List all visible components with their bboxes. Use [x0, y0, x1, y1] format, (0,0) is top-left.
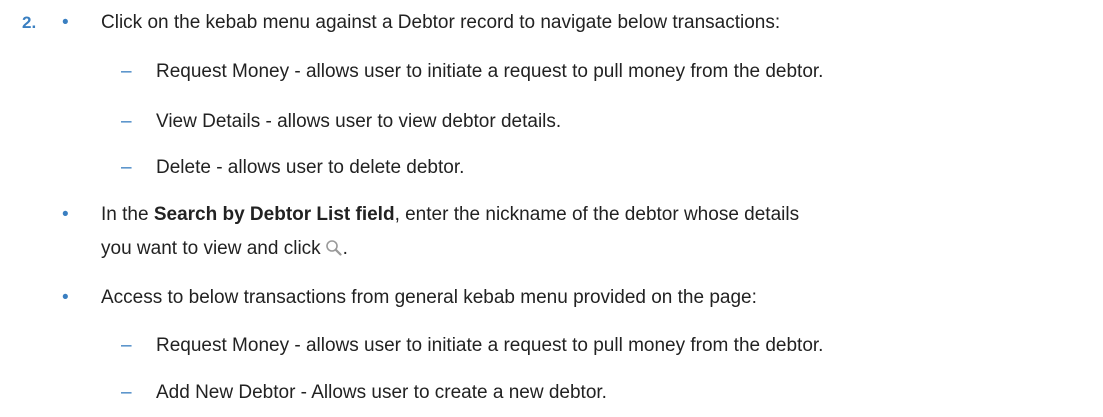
item-3-text: Access to below transactions from genera… — [101, 287, 757, 308]
item-2-prefix: In the — [101, 204, 154, 225]
item-3-subitem-1: Request Money - allows user to initiate … — [156, 335, 824, 356]
item-1-subitem-2: View Details - allows user to view debto… — [156, 111, 562, 132]
search-icon — [325, 240, 342, 256]
bullet-icon: • — [62, 12, 69, 33]
dash-icon: – — [121, 157, 132, 178]
item-1-subitem-1: Request Money - allows user to initiate … — [156, 61, 824, 82]
dash-icon: – — [121, 111, 132, 132]
item-1-subitem-3: Delete - allows user to delete debtor. — [156, 157, 465, 178]
dash-icon: – — [121, 382, 132, 403]
step-number: 2. — [22, 13, 37, 32]
bullet-icon: • — [62, 204, 69, 225]
item-2-line-2: you want to view and click. — [101, 236, 348, 262]
item-1-text: Click on the kebab menu against a Debtor… — [101, 12, 781, 33]
bullet-icon: • — [62, 287, 69, 308]
dash-icon: – — [121, 61, 132, 82]
item-3-subitem-2: Add New Debtor - Allows user to create a… — [156, 382, 607, 403]
item-2-line-2-text: you want to view and click — [101, 238, 321, 259]
dash-icon: – — [121, 335, 132, 356]
search-field-name: Search by Debtor List field — [153, 204, 395, 225]
item-2-suffix: , enter the nickname of the debtor whose… — [394, 204, 800, 225]
item-2-line-1: In the Search by Debtor List field, ente… — [101, 202, 799, 228]
item-2-end: . — [342, 238, 348, 259]
